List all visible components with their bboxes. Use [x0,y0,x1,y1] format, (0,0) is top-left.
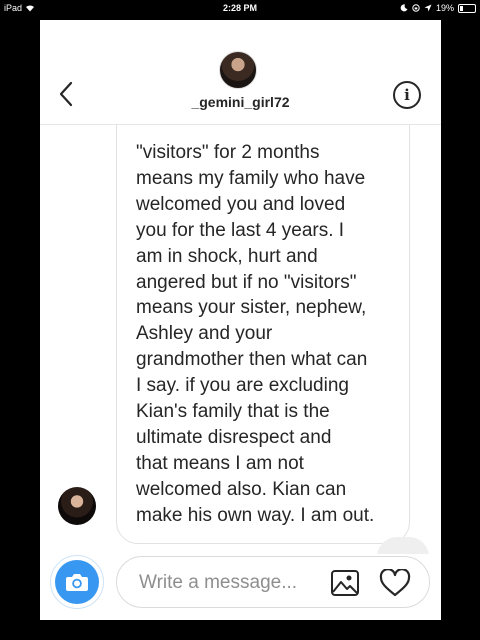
camera-button-fill [55,560,99,604]
direct-message-screen: _gemini_girl72 i "visitors" for 2 months… [40,20,441,620]
gallery-icon[interactable] [330,569,360,597]
info-button[interactable]: i [393,81,421,109]
message-thread[interactable]: "visitors" for 2 months means my family … [40,124,441,554]
status-right: 19% [400,0,476,16]
heart-icon[interactable] [379,569,411,597]
message-text: "visitors" for 2 months means my family … [136,142,375,526]
battery-fill [460,5,463,11]
message-input-placeholder: Write a message... [139,572,298,593]
rotation-lock-icon [412,4,420,12]
partial-message-bubble [377,537,429,554]
info-icon: i [404,86,410,104]
profile-avatar[interactable] [219,51,257,89]
chat-header: _gemini_girl72 i [40,20,441,125]
sender-avatar[interactable] [58,487,96,525]
status-bar: iPad 2:28 PM 19% [0,0,480,16]
received-message-bubble[interactable]: "visitors" for 2 months means my family … [116,124,410,544]
message-composer: Write a message... [40,554,441,620]
chat-username[interactable]: _gemini_girl72 [40,94,441,110]
camera-icon [66,574,88,591]
moon-icon [400,4,408,12]
message-input[interactable]: Write a message... [116,556,430,608]
camera-button[interactable] [50,555,104,609]
battery-icon [458,3,476,13]
location-arrow-icon [424,4,432,12]
battery-percent: 19% [435,3,454,13]
